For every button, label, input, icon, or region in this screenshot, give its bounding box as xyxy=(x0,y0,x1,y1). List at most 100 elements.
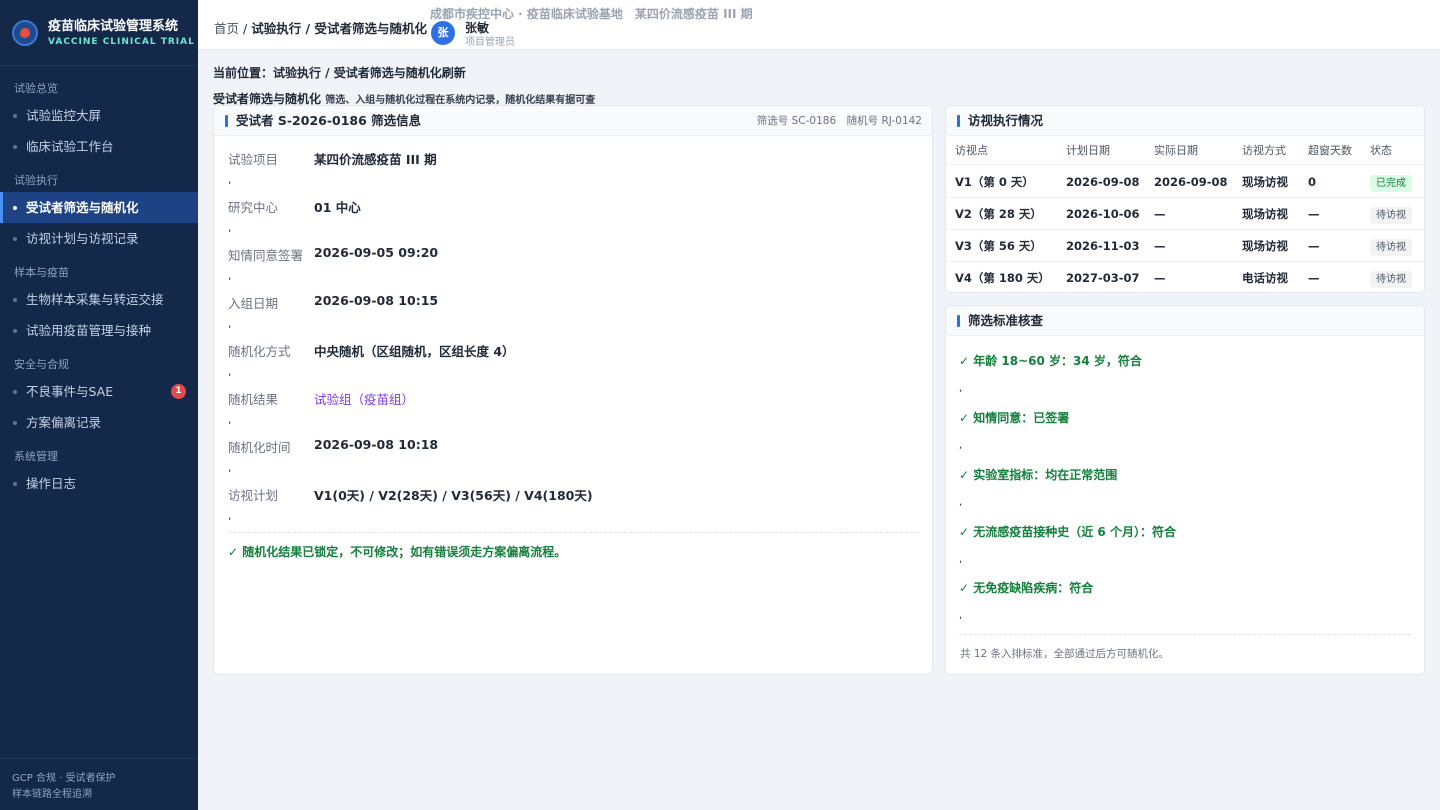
avatar[interactable]: 张 xyxy=(431,21,455,45)
field-separator: , xyxy=(228,175,232,186)
table-row[interactable]: V3（第 56 天） 2026-11-03 — 现场访视 — 待访视 xyxy=(946,230,1424,262)
field-label: 试验项目 xyxy=(228,152,279,167)
field-separator: , xyxy=(228,271,232,282)
field-label: 随机结果 xyxy=(228,392,279,407)
sidebar-item-monitor-screen[interactable]: 试验监控大屏 xyxy=(0,100,198,131)
cell-visit-mode: 电话访视 xyxy=(1242,271,1288,285)
section-title: 受试者筛选与随机化 xyxy=(213,92,322,106)
screening-criteria-card: 筛选标准核查 ✓ 年龄 18~60 岁：34 岁，符合 , ✓ 知情同意：已签署… xyxy=(945,305,1425,675)
column-header: 实际日期 xyxy=(1154,144,1198,157)
criteria-item-flu-history: ✓ 无流感疫苗接种史（近 6 个月）：符合 xyxy=(959,525,1176,539)
criteria-summary: 共 12 条入排标准，全部通过后方可随机化。 xyxy=(960,648,1170,660)
table-row[interactable]: V1（第 0 天） 2026-09-08 2026-09-08 现场访视 0 已… xyxy=(946,166,1424,198)
sidebar-item-label: 操作日志 xyxy=(26,476,77,491)
cell-status: 待访视 xyxy=(1370,198,1412,230)
field-separator: , xyxy=(228,367,232,378)
card-title: 受试者 S-2026-0186 筛选信息 xyxy=(236,113,422,128)
cell-over-days: — xyxy=(1308,239,1320,253)
cell-status: 已完成 xyxy=(1370,166,1412,198)
breadcrumb: 首页 / 试验执行 / 受试者筛选与随机化 xyxy=(214,18,427,37)
card-header: 筛选标准核查 xyxy=(946,306,1424,336)
bullet-icon xyxy=(13,329,17,333)
visit-status-card: 访视执行情况 访视点 计划日期 实际日期 访视方式 超窗天数 状态 V1（第 0… xyxy=(945,105,1425,293)
sidebar-item-label: 不良事件与SAE xyxy=(26,384,114,399)
sidebar-item-operation-log[interactable]: 操作日志 xyxy=(0,468,198,499)
table-row[interactable]: V4（第 180 天） 2027-03-07 — 电话访视 — 待访视 xyxy=(946,262,1424,292)
breadcrumb-separator: / xyxy=(239,21,252,36)
cell-over-days: 0 xyxy=(1308,175,1317,189)
criteria-separator: , xyxy=(959,440,963,451)
column-header: 超窗天数 xyxy=(1308,144,1352,157)
cell-over-days: — xyxy=(1308,207,1320,221)
sidebar-item-visits[interactable]: 访视计划与访视记录 xyxy=(0,223,198,254)
column-header: 计划日期 xyxy=(1066,144,1110,157)
criteria-item-immunodeficiency: ✓ 无免疫缺陷疾病：符合 xyxy=(959,581,1094,595)
app-title: 疫苗临床试验管理系统 xyxy=(48,18,179,34)
card-header: 访视执行情况 xyxy=(946,106,1424,136)
sidebar-item-label: 生物样本采集与转运交接 xyxy=(26,292,164,307)
cell-visit-point: V2（第 28 天） xyxy=(955,207,1042,221)
bullet-icon xyxy=(13,237,17,241)
footer-line-traceability: 样本链路全程追溯 xyxy=(12,789,92,800)
nav-group-samples: 样本与疫苗 xyxy=(14,266,69,279)
status-badge: 待访视 xyxy=(1370,239,1412,256)
sidebar-item-vaccine-management[interactable]: 试验用疫苗管理与接种 xyxy=(0,315,198,346)
nav-group-safety: 安全与合规 xyxy=(14,358,69,371)
status-badge: 待访视 xyxy=(1370,271,1412,288)
table-row[interactable]: V2（第 28 天） 2026-10-06 — 现场访视 — 待访视 xyxy=(946,198,1424,230)
field-value: 中央随机（区组随机，区组长度 4） xyxy=(314,344,515,359)
field-separator: , xyxy=(228,511,232,522)
card-header: 受试者 S-2026-0186 筛选信息 筛选号 SC-0186 随机号 RJ-… xyxy=(214,106,932,136)
nav-group-system: 系统管理 xyxy=(14,450,58,463)
card-title: 访视执行情况 xyxy=(968,113,1044,128)
field-label: 知情同意签署 xyxy=(228,248,304,263)
field-value: 2026-09-05 09:20 xyxy=(314,245,439,260)
cell-visit-point: V4（第 180 天） xyxy=(955,271,1050,285)
breadcrumb-home-link[interactable]: 首页 xyxy=(214,21,239,36)
field-value: 2026-09-08 10:15 xyxy=(314,293,439,308)
sidebar-item-protocol-deviation[interactable]: 方案偏离记录 xyxy=(0,407,198,438)
bullet-icon xyxy=(13,114,17,118)
bullet-icon xyxy=(13,421,17,425)
cell-visit-mode: 现场访视 xyxy=(1242,239,1288,253)
criteria-item-age: ✓ 年龄 18~60 岁：34 岁，符合 xyxy=(959,354,1142,368)
field-label: 访视计划 xyxy=(228,488,279,503)
field-separator: , xyxy=(228,223,232,234)
column-header: 访视点 xyxy=(955,144,988,157)
sidebar-item-label: 临床试验工作台 xyxy=(26,139,114,154)
sidebar-item-label: 试验监控大屏 xyxy=(26,108,102,123)
cell-visit-mode: 现场访视 xyxy=(1242,175,1288,189)
sidebar-item-adverse-events[interactable]: 不良事件与SAE 1 xyxy=(0,376,198,407)
field-value: 01 中心 xyxy=(314,200,361,215)
card-title: 筛选标准核查 xyxy=(968,313,1044,328)
user-role: 项目管理员 xyxy=(465,37,515,48)
cell-actual-date: 2026-09-08 xyxy=(1154,175,1228,189)
topbar: 首页 / 试验执行 / 受试者筛选与随机化 成都市疾控中心 · 疫苗临床试验基地… xyxy=(198,0,1440,50)
cell-status: 待访视 xyxy=(1370,262,1412,292)
bullet-icon xyxy=(13,145,17,149)
column-header: 状态 xyxy=(1370,144,1392,157)
field-value: 某四价流感疫苗 III 期 xyxy=(314,152,437,167)
criteria-item-lab: ✓ 实验室指标：均在正常范围 xyxy=(959,468,1118,482)
lock-notice: ✓ 随机化结果已锁定，不可修改；如有错误须走方案偏离流程。 xyxy=(228,545,567,559)
sidebar-item-sample-transfer[interactable]: 生物样本采集与转运交接 xyxy=(0,284,198,315)
sidebar-nav: 试验总览 试验监控大屏 临床试验工作台 试验执行 受试者筛选与随机化 访视计划与… xyxy=(0,66,198,499)
sidebar-item-label: 方案偏离记录 xyxy=(26,415,102,430)
nav-group-execution: 试验执行 xyxy=(14,174,58,187)
field-separator: , xyxy=(228,415,232,426)
cell-actual-date: — xyxy=(1154,207,1166,221)
sidebar-item-workbench[interactable]: 临床试验工作台 xyxy=(0,131,198,162)
cell-actual-date: — xyxy=(1154,271,1166,285)
cell-visit-point: V1（第 0 天） xyxy=(955,175,1034,189)
subject-ids: 筛选号 SC-0186 随机号 RJ-0142 xyxy=(756,115,922,127)
field-separator: , xyxy=(228,463,232,474)
cell-visit-mode: 现场访视 xyxy=(1242,207,1288,221)
cell-visit-point: V3（第 56 天） xyxy=(955,239,1042,253)
cell-actual-date: — xyxy=(1154,239,1166,253)
field-label: 随机化方式 xyxy=(228,344,291,359)
brand: 疫苗临床试验管理系统 VACCINE CLINICAL TRIAL xyxy=(0,0,198,66)
sidebar-item-screening[interactable]: 受试者筛选与随机化 xyxy=(0,192,198,223)
field-value: 试验组（疫苗组） xyxy=(314,392,415,407)
status-badge: 待访视 xyxy=(1370,207,1412,224)
current-location: 当前位置：试验执行 / 受试者筛选与随机化刷新 xyxy=(213,66,466,80)
